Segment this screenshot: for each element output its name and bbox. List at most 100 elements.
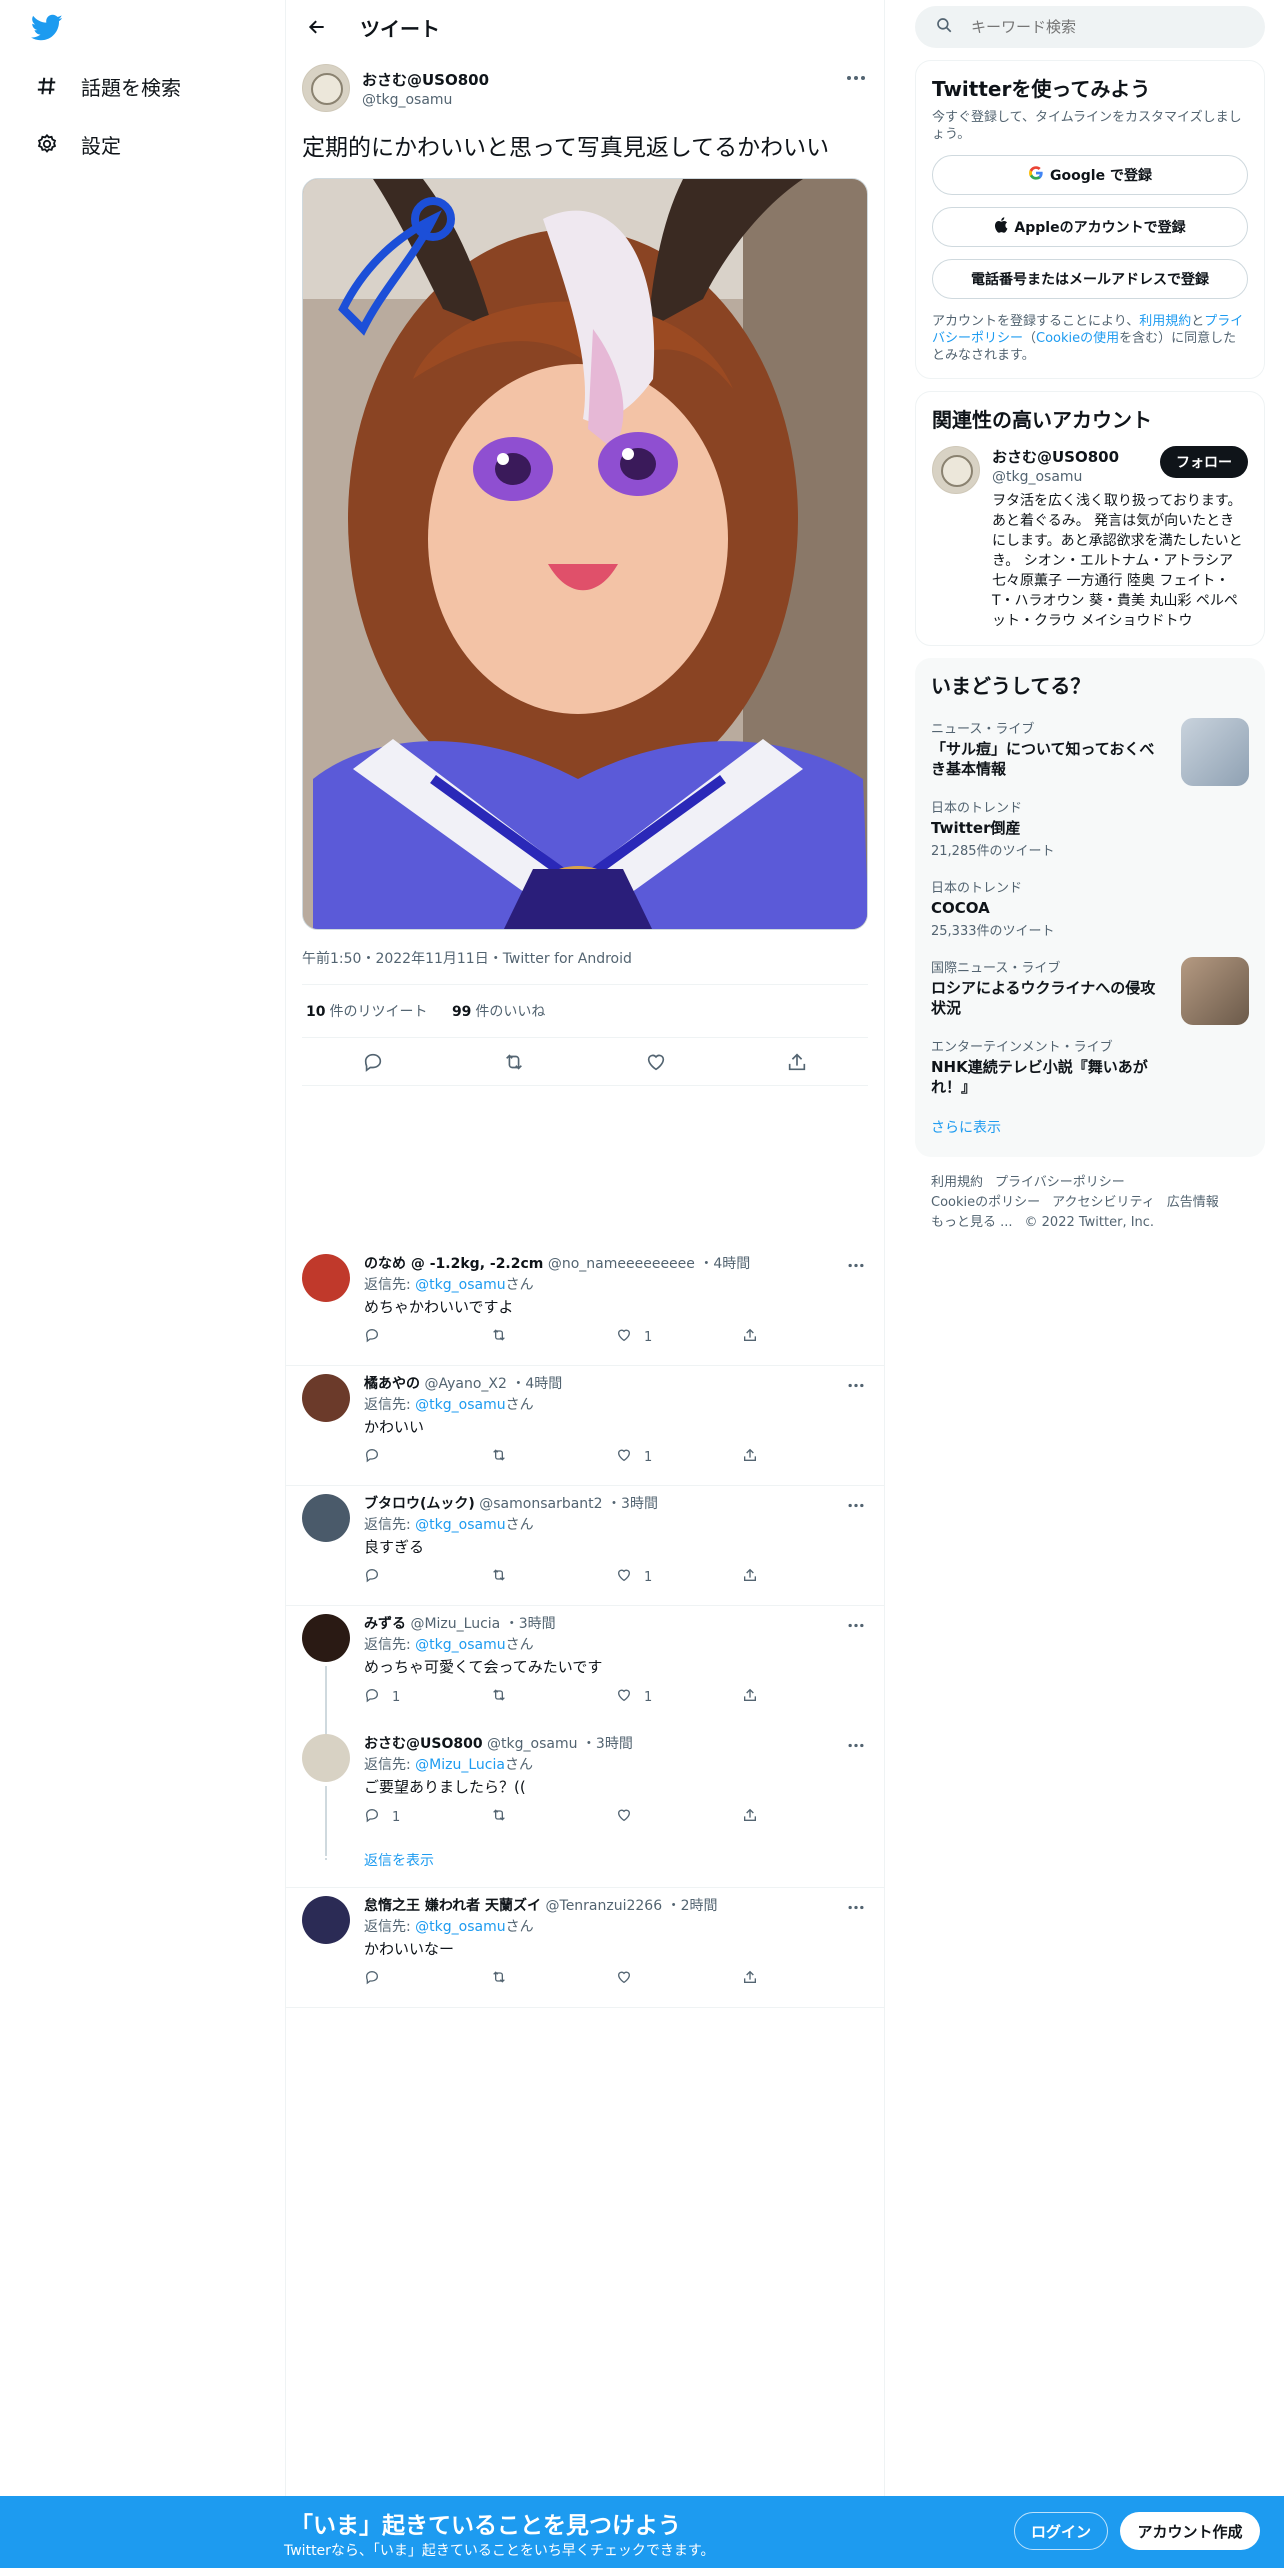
show-replies-link[interactable]: 返信を表示	[286, 1846, 884, 1888]
retweet-button[interactable]	[490, 1807, 616, 1827]
login-button[interactable]: ログイン	[1014, 2512, 1108, 2550]
reply-tweet[interactable]: みずる @Mizu_Lucia ・3時間 返信先: @tkg_osamuさん め…	[286, 1606, 884, 1746]
nav-explore[interactable]: 話題を検索	[35, 66, 181, 106]
reply-tweet[interactable]: のなめ @ -1.2kg, -2.2cm @no_nameeeeeeeee ・4…	[286, 1246, 884, 1366]
reply-author-name[interactable]: のなめ @ -1.2kg, -2.2cm	[364, 1256, 543, 1272]
follow-button[interactable]: フォロー	[1160, 446, 1248, 478]
retweet-button[interactable]	[490, 1447, 616, 1467]
trend-item[interactable]: エンターテインメント・ライブ NHK連続テレビ小説『舞いあがれ！』	[931, 1036, 1249, 1097]
footer-privacy[interactable]: プライバシーポリシー	[995, 1175, 1125, 1190]
tweet-photo[interactable]	[302, 178, 868, 930]
avatar[interactable]	[302, 64, 350, 112]
reply-author-handle[interactable]: @Tenranzui2266	[546, 1898, 663, 1914]
author-handle[interactable]: @tkg_osamu	[362, 92, 489, 108]
like-button[interactable]: 1	[616, 1327, 742, 1347]
avatar[interactable]	[302, 1374, 350, 1422]
reply-icon[interactable]	[356, 1045, 390, 1079]
reply-button[interactable]	[364, 1447, 490, 1467]
more-icon[interactable]	[844, 68, 868, 88]
retweet-button[interactable]	[490, 1687, 616, 1707]
reply-author-handle[interactable]: @Mizu_Lucia	[410, 1616, 500, 1632]
phone-email-signup-button[interactable]: 電話番号またはメールアドレスで登録	[932, 259, 1248, 299]
reply-button[interactable]: 1	[364, 1807, 490, 1827]
like-button[interactable]: 1	[616, 1447, 742, 1467]
reply-time[interactable]: ・3時間	[505, 1616, 556, 1632]
share-button[interactable]	[742, 1807, 868, 1827]
search-input[interactable]	[971, 18, 1221, 36]
reply-author-name[interactable]: 怠惰之王 嫌われ者 天蘭ズイ	[364, 1898, 541, 1914]
footer-accessibility[interactable]: アクセシビリティ	[1052, 1195, 1155, 1210]
like-button[interactable]: 1	[616, 1687, 742, 1707]
trend-thumbnail[interactable]	[1181, 957, 1249, 1025]
reply-button[interactable]	[364, 1969, 490, 1989]
footer-more[interactable]: もっと見る ...	[931, 1215, 1013, 1230]
retweet-icon[interactable]	[497, 1045, 531, 1079]
create-account-button[interactable]: アカウント作成	[1120, 2512, 1260, 2550]
mention-link[interactable]: @tkg_osamu	[415, 1277, 505, 1293]
reply-tweet[interactable]: 橘あやの @Ayano_X2 ・4時間 返信先: @tkg_osamuさん かわ…	[286, 1366, 884, 1486]
share-icon[interactable]	[780, 1045, 814, 1079]
footer-terms[interactable]: 利用規約	[931, 1175, 983, 1190]
reply-time[interactable]: ・3時間	[582, 1736, 633, 1752]
like-icon[interactable]	[639, 1045, 673, 1079]
mention-link[interactable]: @Mizu_Lucia	[415, 1757, 505, 1773]
mention-link[interactable]: @tkg_osamu	[415, 1397, 505, 1413]
cookie-link[interactable]: Cookieの使用	[1036, 331, 1119, 346]
avatar[interactable]	[302, 1614, 350, 1662]
reply-tweet[interactable]: おさむ@USO800 @tkg_osamu ・3時間 返信先: @Mizu_Lu…	[286, 1726, 884, 1856]
back-arrow-icon[interactable]	[302, 12, 332, 42]
like-button[interactable]	[616, 1807, 742, 1827]
author-name[interactable]: おさむ@USO800	[362, 69, 489, 90]
mention-link[interactable]: @tkg_osamu	[415, 1637, 505, 1653]
reply-tweet[interactable]: ブタロウ(ムック) @samonsarbant2 ・3時間 返信先: @tkg_…	[286, 1486, 884, 1606]
footer-cookie[interactable]: Cookieのポリシー	[931, 1195, 1040, 1210]
more-icon[interactable]	[844, 1496, 868, 1514]
reply-button[interactable]	[364, 1567, 490, 1587]
retweet-button[interactable]	[490, 1969, 616, 1989]
avatar[interactable]	[932, 446, 980, 494]
related-account[interactable]: おさむ@USO800 @tkg_osamu ヲタ活を広く浅く取り扱っております。…	[932, 446, 1248, 631]
mention-link[interactable]: @tkg_osamu	[415, 1517, 505, 1533]
retweet-button[interactable]	[490, 1567, 616, 1587]
show-more-link[interactable]: さらに表示	[931, 1117, 1249, 1143]
share-button[interactable]	[742, 1687, 868, 1707]
share-button[interactable]	[742, 1567, 868, 1587]
trend-item[interactable]: 国際ニュース・ライブ ロシアによるウクライナへの侵攻状況	[931, 957, 1249, 1025]
search-box[interactable]	[915, 6, 1265, 48]
more-icon[interactable]	[844, 1256, 868, 1274]
trend-item[interactable]: 日本のトレンド COCOA 25,333件のツイート	[931, 877, 1249, 939]
share-button[interactable]	[742, 1969, 868, 1989]
reply-time[interactable]: ・4時間	[511, 1376, 562, 1392]
google-signup-button[interactable]: Google で登録	[932, 155, 1248, 195]
reply-time[interactable]: ・2時間	[667, 1898, 718, 1914]
reply-author-name[interactable]: 橘あやの	[364, 1376, 420, 1392]
trend-thumbnail[interactable]	[1181, 718, 1249, 786]
more-icon[interactable]	[844, 1736, 868, 1754]
share-button[interactable]	[742, 1327, 868, 1347]
reply-author-name[interactable]: ブタロウ(ムック)	[364, 1496, 475, 1512]
avatar[interactable]	[302, 1254, 350, 1302]
terms-link[interactable]: 利用規約	[1139, 314, 1191, 329]
more-icon[interactable]	[844, 1898, 868, 1916]
reply-author-name[interactable]: みずる	[364, 1616, 406, 1632]
reply-time[interactable]: ・4時間	[699, 1256, 750, 1272]
avatar[interactable]	[302, 1896, 350, 1944]
footer-ads[interactable]: 広告情報	[1167, 1195, 1219, 1210]
reply-author-handle[interactable]: @samonsarbant2	[479, 1496, 602, 1512]
mention-link[interactable]: @tkg_osamu	[415, 1919, 505, 1935]
more-icon[interactable]	[844, 1376, 868, 1394]
apple-signup-button[interactable]: Appleのアカウントで登録	[932, 207, 1248, 247]
reply-author-handle[interactable]: @Ayano_X2	[424, 1376, 506, 1392]
reply-author-name[interactable]: おさむ@USO800	[364, 1736, 483, 1752]
trend-item[interactable]: 日本のトレンド Twitter倒産 21,285件のツイート	[931, 797, 1249, 859]
reply-button[interactable]	[364, 1327, 490, 1347]
likes-stat[interactable]: 99 件のいいね	[452, 1004, 545, 1020]
reply-tweet[interactable]: 怠惰之王 嫌われ者 天蘭ズイ @Tenranzui2266 ・2時間 返信先: …	[286, 1888, 884, 2008]
reply-author-handle[interactable]: @no_nameeeeeeeee	[548, 1256, 695, 1272]
retweets-stat[interactable]: 10 件のリツイート	[306, 1004, 427, 1020]
avatar[interactable]	[302, 1494, 350, 1542]
retweet-button[interactable]	[490, 1327, 616, 1347]
nav-settings[interactable]: 設定	[35, 124, 121, 164]
like-button[interactable]: 1	[616, 1567, 742, 1587]
reply-button[interactable]: 1	[364, 1687, 490, 1707]
